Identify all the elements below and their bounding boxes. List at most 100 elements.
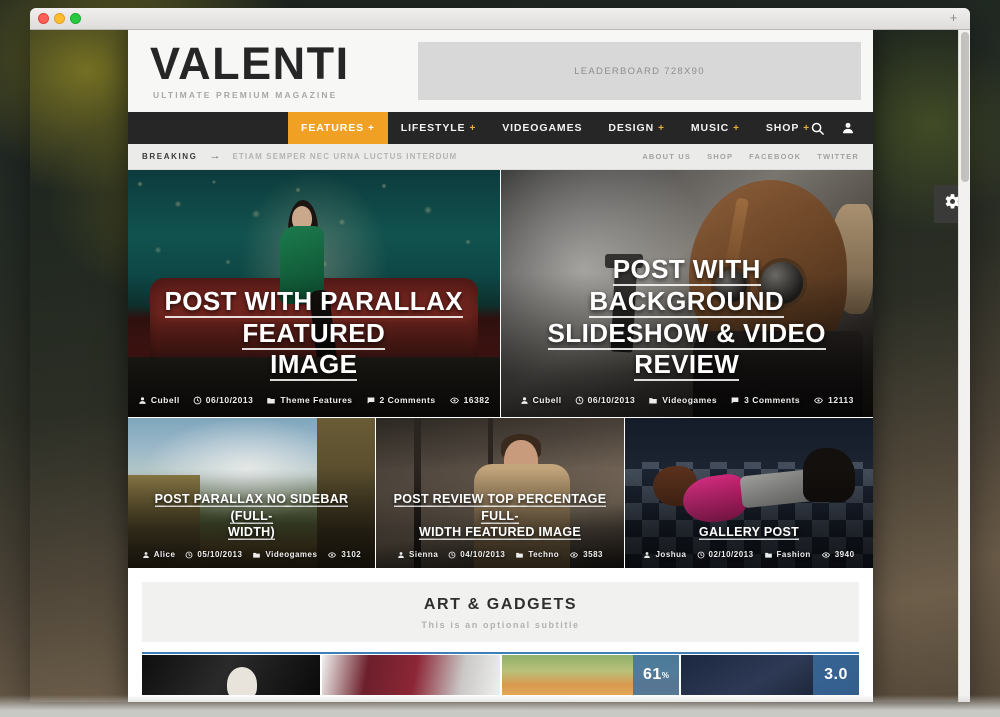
close-button[interactable] [38, 13, 49, 24]
meta-category[interactable]: Videogames [252, 550, 317, 559]
meta-author[interactable]: Cubell [138, 395, 180, 405]
nav-item-features[interactable]: FEATURES + [288, 112, 388, 144]
nav-label-lifestyle: LIFESTYLE [400, 122, 466, 134]
card-title-line-1: POST REVIEW TOP PERCENTAGE FULL- [393, 492, 607, 523]
featured-title-line-2: SLIDESHOW & VIDEO REVIEW [547, 317, 826, 380]
user-icon [138, 396, 147, 405]
clock-icon [575, 396, 584, 405]
meta-author[interactable]: Sienna [397, 550, 438, 559]
card-content: GALLERY POST Joshua 02/10/2013 Fashion 3… [625, 524, 873, 559]
featured-post-parallax[interactable]: POST WITH PARALLAX FEATURED IMAGE Cubell [128, 170, 500, 417]
search-icon[interactable] [810, 121, 825, 136]
featured-post-title[interactable]: POST WITH BACKGROUND SLIDESHOW & VIDEO R… [519, 254, 856, 381]
top-link-facebook[interactable]: FACEBOOK [749, 152, 801, 161]
site-logo-title: VALENTI [150, 37, 350, 89]
meta-author[interactable]: Joshua [643, 550, 686, 559]
meta-comments[interactable]: 2 Comments [366, 395, 436, 405]
meta-views: 12113 [813, 395, 854, 405]
eye-icon [821, 551, 831, 559]
meta-author-name: Joshua [655, 550, 687, 559]
top-link-about-us[interactable]: ABOUT US [642, 152, 691, 161]
meta-views-count: 16382 [463, 395, 490, 405]
featured-title-line-1: POST WITH BACKGROUND [589, 254, 785, 316]
folder-icon [648, 396, 658, 405]
secondary-navigation: ABOUT US SHOP FACEBOOK TWITTER [642, 152, 859, 161]
site-branding[interactable]: VALENTI ULTIMATE PREMIUM MAGAZINE [150, 37, 418, 100]
nav-item-design[interactable]: DESIGN + [595, 112, 677, 144]
eye-icon [449, 396, 460, 405]
leaderboard-ad[interactable]: LEADERBOARD 728X90 [418, 42, 861, 100]
user-icon [643, 551, 651, 559]
section-subtitle: This is an optional subtitle [421, 620, 580, 630]
chevron-plus-icon: + [733, 122, 740, 134]
featured-post-slideshow[interactable]: POST WITH BACKGROUND SLIDESHOW & VIDEO R… [500, 170, 873, 417]
new-tab-button[interactable]: + [947, 11, 960, 25]
window-controls [38, 13, 81, 24]
card-title-line-2: WIDTH) [228, 524, 275, 539]
page-scrollbar-thumb[interactable] [961, 32, 969, 182]
nav-label-music: MUSIC [690, 122, 730, 134]
meta-date-value: 06/10/2013 [205, 395, 254, 405]
page-scrollbar[interactable] [958, 30, 970, 702]
card-title[interactable]: GALLERY POST [637, 524, 861, 540]
meta-category-name: Videogames [662, 395, 718, 405]
breaking-label: BREAKING [142, 152, 198, 161]
featured-post-title[interactable]: POST WITH PARALLAX FEATURED IMAGE [146, 286, 482, 381]
meta-date-value: 05/10/2013 [197, 550, 243, 559]
post-card-parallax-no-sidebar[interactable]: POST PARALLAX NO SIDEBAR (FULL- WIDTH) A… [128, 418, 375, 568]
meta-views-count: 12113 [828, 395, 854, 405]
featured-posts-row: POST WITH PARALLAX FEATURED IMAGE Cubell [128, 170, 873, 417]
meta-views: 3940 [821, 550, 855, 559]
chevron-plus-icon: + [368, 122, 375, 134]
section-thumb-2[interactable] [321, 655, 500, 695]
section-thumbnail-row: 61% 3.0 [142, 655, 859, 695]
nav-item-videogames[interactable]: VIDEOGAMES [489, 112, 595, 144]
user-icon[interactable] [841, 121, 855, 135]
chevron-plus-icon: + [803, 122, 811, 134]
nav-item-lifestyle[interactable]: LIFESTYLE + [388, 112, 489, 144]
top-link-twitter[interactable]: TWITTER [817, 152, 859, 161]
secondary-posts-row: POST PARALLAX NO SIDEBAR (FULL- WIDTH) A… [128, 418, 873, 568]
breaking-headline[interactable]: ETIAM SEMPER NEC URNA LUCTUS INTERDUM [232, 152, 457, 161]
nav-label-videogames: VIDEOGAMES [502, 122, 583, 134]
score-badge-rating: 3.0 [813, 655, 859, 695]
meta-author-name: Cubell [532, 395, 562, 405]
score-badge-percent: 61% [633, 655, 680, 695]
browser-viewport: VALENTI ULTIMATE PREMIUM MAGAZINE LEADER… [30, 30, 970, 702]
meta-views-count: 3940 [834, 550, 855, 559]
meta-author[interactable]: Cubell [520, 395, 562, 405]
meta-category-name: Videogames [265, 550, 318, 559]
nav-label-design: DESIGN [608, 122, 655, 134]
card-title[interactable]: POST PARALLAX NO SIDEBAR (FULL- WIDTH) [140, 491, 363, 540]
section-thumb-1[interactable] [142, 655, 320, 695]
card-title-line-1: POST PARALLAX NO SIDEBAR (FULL- [154, 492, 349, 523]
meta-author-name: Alice [153, 550, 176, 559]
meta-category[interactable]: Videogames [648, 395, 717, 405]
minimize-button[interactable] [54, 13, 65, 24]
eye-icon [813, 396, 824, 405]
folder-icon [266, 396, 276, 405]
featured-title-line-1: POST WITH PARALLAX FEATURED [164, 285, 463, 348]
post-card-gallery[interactable]: GALLERY POST Joshua 02/10/2013 Fashion 3… [625, 418, 873, 568]
zoom-button[interactable] [70, 13, 81, 24]
card-content: POST REVIEW TOP PERCENTAGE FULL- WIDTH F… [376, 491, 624, 559]
nav-item-music[interactable]: MUSIC + [678, 112, 753, 144]
meta-views-count: 3102 [341, 550, 362, 559]
meta-category[interactable]: Fashion [764, 550, 811, 559]
section-header: ART & GADGETS This is an optional subtit… [142, 582, 859, 642]
meta-category[interactable]: Techno [515, 550, 559, 559]
card-content: POST PARALLAX NO SIDEBAR (FULL- WIDTH) A… [128, 491, 375, 559]
top-link-shop[interactable]: SHOP [707, 152, 733, 161]
section-thumb-4[interactable]: 3.0 [681, 655, 859, 695]
card-title[interactable]: POST REVIEW TOP PERCENTAGE FULL- WIDTH F… [388, 491, 612, 540]
meta-comments-count: 3 Comments [744, 395, 801, 405]
card-meta: Alice 05/10/2013 Videogames 3102 [140, 550, 363, 559]
eye-icon [327, 551, 337, 559]
meta-category[interactable]: Theme Features [266, 395, 352, 405]
meta-author[interactable]: Alice [142, 550, 176, 559]
post-card-review-top-percentage[interactable]: POST REVIEW TOP PERCENTAGE FULL- WIDTH F… [376, 418, 624, 568]
clock-icon [448, 551, 456, 559]
section-thumb-3[interactable]: 61% [501, 655, 680, 695]
meta-comments[interactable]: 3 Comments [730, 395, 800, 405]
arrow-right-icon: → [209, 150, 221, 162]
